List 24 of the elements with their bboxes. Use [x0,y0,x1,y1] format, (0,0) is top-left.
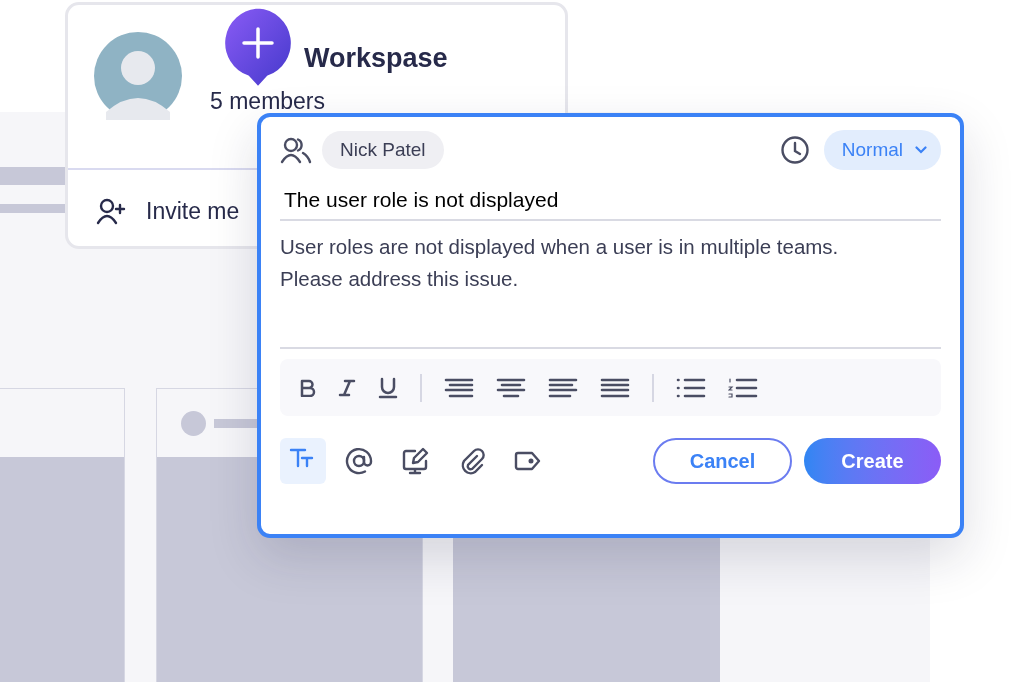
monitor-pencil-icon [401,447,429,475]
cancel-button[interactable]: Cancel [653,438,792,484]
description-field[interactable]: User roles are not displayed when a user is in multiple teams. Please address this issue. [280,231,941,349]
justify-icon[interactable] [600,377,630,398]
align-left-icon[interactable] [548,377,578,398]
add-user-icon [96,197,126,226]
bullet-list-icon[interactable] [676,377,706,398]
numbered-list-icon[interactable] [728,377,758,398]
workspace-title: Workspase [304,42,448,75]
chevron-down-icon [915,146,927,154]
at-sign-icon [345,447,373,475]
bold-icon[interactable] [300,378,316,397]
assignee-chip[interactable]: Nick Patel [322,131,444,169]
underline-icon[interactable] [378,376,398,399]
people-icon [280,136,312,164]
clock-icon [779,135,810,165]
title-field[interactable]: The user role is not displayed [280,181,941,221]
italic-icon[interactable] [338,378,356,397]
create-button[interactable]: Create [804,438,941,484]
members-count: 5 members [210,87,327,116]
align-center-icon[interactable] [496,377,526,398]
invite-members-link[interactable]: Invite me [146,194,240,229]
text-format-button[interactable] [280,438,326,484]
align-right-icon[interactable] [444,377,474,398]
